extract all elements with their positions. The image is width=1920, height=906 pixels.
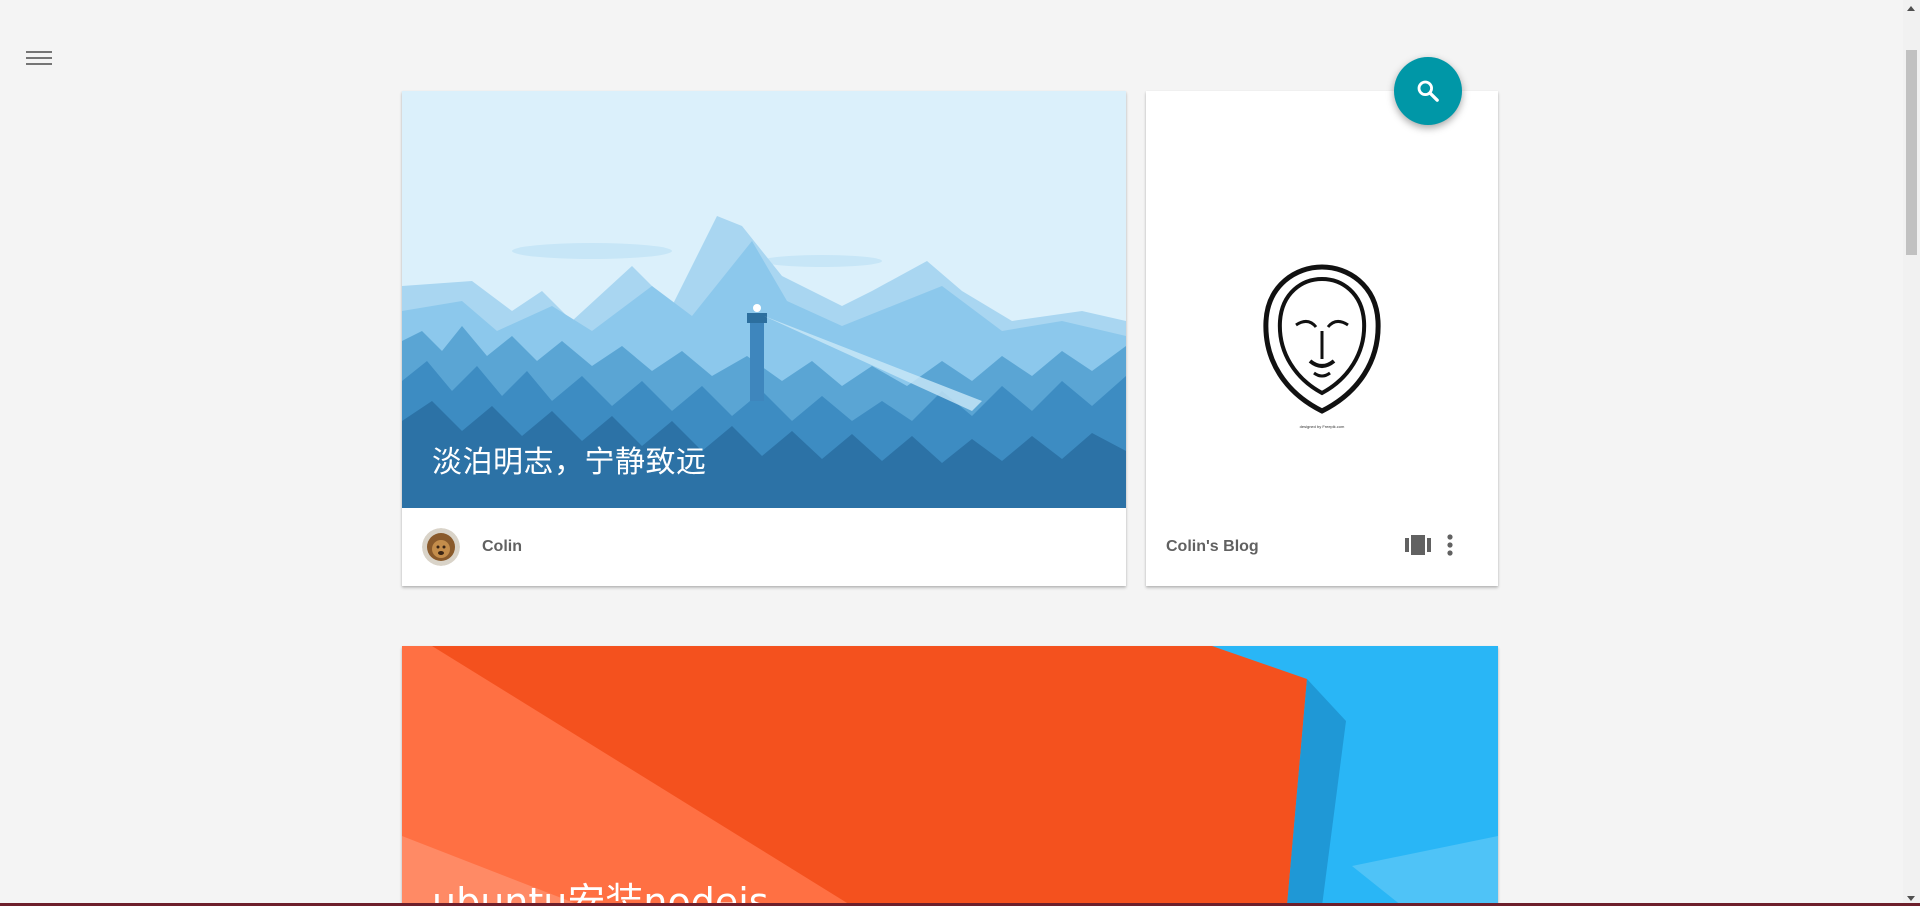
post-title[interactable]: ubuntu安装nodejs xyxy=(432,871,769,906)
search-button[interactable] xyxy=(1394,57,1462,125)
post-card[interactable]: ubuntu安装nodejs xyxy=(402,646,1498,906)
featured-post-card[interactable]: 淡泊明志，宁静致远 Colin xyxy=(402,91,1126,586)
scroll-down-arrow-icon[interactable] xyxy=(1907,896,1915,901)
lion-logo-image xyxy=(1263,264,1381,414)
view-carousel-icon[interactable] xyxy=(1405,535,1431,555)
search-icon xyxy=(1417,80,1439,102)
scrollbar-thumb[interactable] xyxy=(1906,50,1917,255)
post-image[interactable] xyxy=(402,646,1498,906)
author-avatar[interactable] xyxy=(422,528,460,566)
author-name[interactable]: Colin xyxy=(482,538,522,556)
hamburger-menu-icon[interactable] xyxy=(26,51,52,71)
scrollbar[interactable] xyxy=(1903,0,1920,906)
scroll-up-arrow-icon[interactable] xyxy=(1907,6,1915,11)
blog-info-card: designed by Freepik.com Colin's Blog xyxy=(1146,91,1498,586)
more-vert-icon[interactable] xyxy=(1446,534,1454,556)
blog-name: Colin's Blog xyxy=(1166,538,1259,555)
featured-post-footer: Colin xyxy=(402,508,1126,586)
logo-caption: designed by Freepik.com xyxy=(1299,424,1345,429)
featured-post-title[interactable]: 淡泊明志，宁静致远 xyxy=(432,437,707,481)
